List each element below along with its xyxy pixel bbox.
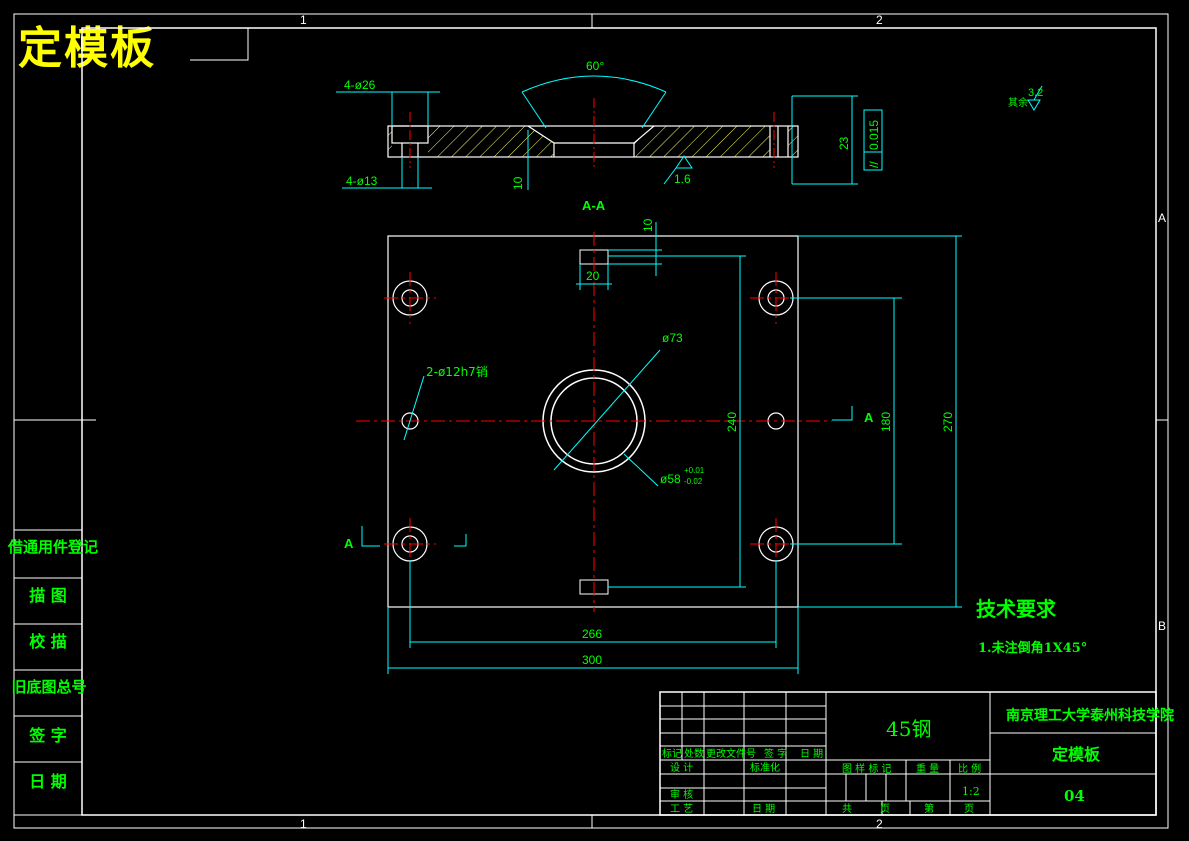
engineering-drawing: 1 2 1 2 A B 60° 4-ø26 4-ø13 10 23 1.6 //… xyxy=(13,13,1174,831)
date-label: 日 期 xyxy=(752,803,775,815)
zone-right-b: B xyxy=(1158,619,1166,633)
weight-label: 重 量 xyxy=(916,762,939,775)
center-bore-tol-lower: -0.02 xyxy=(684,477,703,486)
mark-col: 标记 xyxy=(662,748,682,760)
surface-note-label: 其余 xyxy=(1008,96,1028,109)
side-table-cell: 描 图 xyxy=(29,586,67,605)
title-box-outline xyxy=(190,27,249,61)
tech-req-title: 技术要求 xyxy=(976,597,1057,621)
page2-label: 页 xyxy=(964,803,974,815)
width-holes-dim: 266 xyxy=(582,627,602,641)
slot-width-dim: 20 xyxy=(586,269,600,283)
standard-label: 标准化 xyxy=(750,761,780,774)
school-name: 南京理工大学泰州科技学院 xyxy=(1006,707,1174,724)
plan-view xyxy=(356,222,962,674)
height-holes-dim: 180 xyxy=(879,412,893,432)
center-bore-tol-upper: +0.01 xyxy=(684,466,705,475)
thru-dim: 4-ø13 xyxy=(346,174,378,188)
section-mark-left: A xyxy=(344,536,354,551)
surface-note-value: 3.2 xyxy=(1028,87,1043,99)
height-total-dim: 270 xyxy=(941,412,955,432)
count-col: 处数 xyxy=(684,747,704,760)
cbore-dim: 4-ø26 xyxy=(344,78,376,92)
zone-bottom-2: 2 xyxy=(876,817,883,831)
side-table-cell: 借通用件登记 xyxy=(8,538,99,556)
scale-value: 1:2 xyxy=(962,785,980,798)
side-table-cell: 校 描 xyxy=(29,632,67,651)
part-name: 定模板 xyxy=(1051,745,1101,764)
stage-mark-label: 图 样 标 记 xyxy=(842,762,892,775)
date-col: 日 期 xyxy=(800,748,823,760)
tolerance-value: 0.015 xyxy=(867,120,881,150)
sheet-label: 第 xyxy=(924,802,934,815)
zone-bottom-1: 1 xyxy=(300,817,307,831)
drawing-number: 04 xyxy=(1064,787,1085,805)
slot-depth-dim: 10 xyxy=(641,218,655,232)
ratio-label: 比 例 xyxy=(958,762,981,775)
pin-holes-dim: 2-ø12h7销 xyxy=(426,365,488,379)
depth-dim: 10 xyxy=(511,176,525,190)
page-label: 页 xyxy=(880,803,890,815)
side-table-cell: 日 期 xyxy=(29,772,67,791)
design-label: 设 计 xyxy=(670,761,693,774)
side-table-cell: 签 字 xyxy=(29,726,67,745)
thickness-dim: 23 xyxy=(837,136,851,150)
center-bore-dim: ø58 xyxy=(660,472,681,486)
roughness-value: 1.6 xyxy=(674,172,691,186)
section-mark-right: A xyxy=(864,410,874,425)
section-label: A-A xyxy=(582,198,606,213)
side-table-cell: 旧底图总号 xyxy=(11,678,87,696)
tech-req-item: 1.未注倒角1X45° xyxy=(978,640,1087,656)
material: 45钢 xyxy=(886,717,931,741)
review-label: 审 核 xyxy=(670,788,693,801)
width-total-dim: 300 xyxy=(582,653,602,667)
zone-top-2: 2 xyxy=(876,13,883,27)
bore-dim: ø73 xyxy=(662,331,683,345)
zone-right-a: A xyxy=(1158,211,1166,225)
height-inner-dim: 240 xyxy=(725,412,739,432)
zone-top-1: 1 xyxy=(300,13,307,27)
tolerance-symbol: // xyxy=(867,161,881,168)
total-label: 共 xyxy=(842,803,852,815)
sign-col: 签 字 xyxy=(764,747,787,760)
change-doc-col: 更改文件号 xyxy=(706,747,756,760)
process-label: 工 艺 xyxy=(670,803,693,815)
angle-dim: 60° xyxy=(586,59,604,73)
